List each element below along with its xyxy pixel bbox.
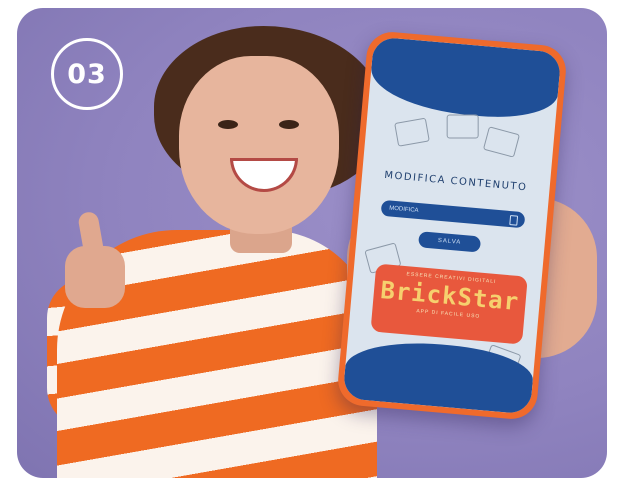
promo-banner[interactable]: ESSERE CREATIVI DIGITALI BrickStar APP D… [370,263,528,345]
step-badge: 03 [51,38,123,110]
book-doodle-icon [482,126,521,158]
smartphone: MODIFICA CONTENUTO MODIFICA SALVA ESSERE… [336,29,568,422]
step-number: 03 [67,58,107,90]
phone-screen: MODIFICA CONTENUTO MODIFICA SALVA ESSERE… [342,36,562,415]
edit-input-placeholder: MODIFICA [388,205,419,215]
hero-card: 03 MODIFICA CONTENUTO MODIFICA SALVA ESS… [17,8,607,478]
edit-input[interactable]: MODIFICA [380,199,526,229]
eye-left [218,120,238,129]
eye-right [279,120,299,129]
phone-icon [509,215,519,226]
screen-title: MODIFICA CONTENUTO [383,169,528,194]
save-button[interactable]: SALVA [417,231,482,253]
screen-top-wave [368,36,562,123]
thumbs-up-fist [65,246,125,308]
face [179,56,339,234]
book-doodle-icon [446,114,479,139]
book-doodle-icon [394,117,430,147]
